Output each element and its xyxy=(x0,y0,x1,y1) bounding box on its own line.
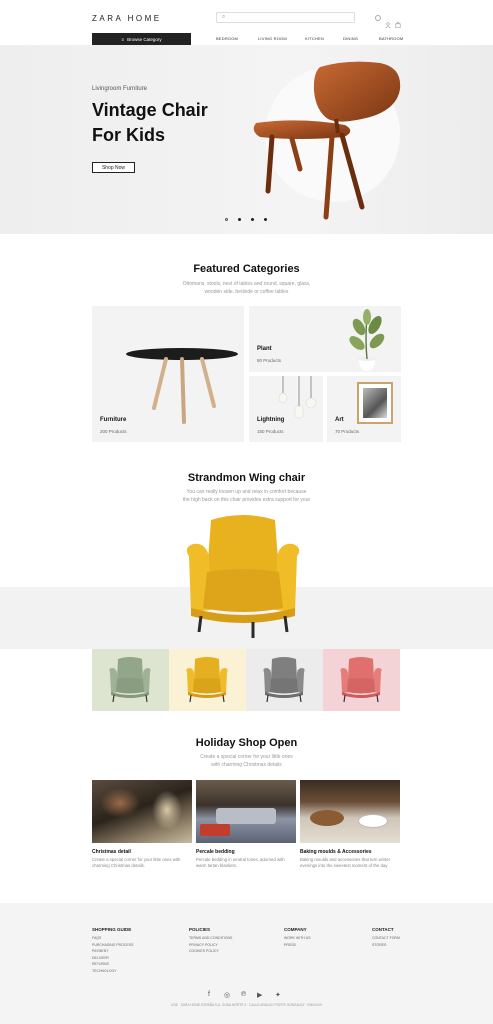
footer-links-company: WORK WITH US PRESS xyxy=(284,935,311,948)
nav-bathroom[interactable]: BATHROOM xyxy=(379,36,403,41)
footer-links-shopping: FAQS PURCHASING PROCESS PAYMENT DELIVERY… xyxy=(92,935,133,974)
footer-link[interactable]: PRESS xyxy=(284,942,311,949)
holiday-title: Holiday Shop Open xyxy=(195,737,298,749)
christmas-detail-image[interactable] xyxy=(92,780,192,843)
footer-link[interactable]: TECHNOLOGY xyxy=(92,968,133,975)
christmas-detail-title[interactable]: Christmas detail xyxy=(92,849,131,855)
menu-icon: ≡ xyxy=(121,36,125,42)
footer-col-title: SHOPPING GUIDE xyxy=(92,927,132,932)
category-name: Art xyxy=(335,417,344,423)
nav-kitchen[interactable]: KITCHEN xyxy=(305,36,324,41)
strandmon-desc: You can really loosen up and relax in co… xyxy=(182,489,311,503)
footer-col-title: COMPANY xyxy=(284,927,307,932)
browse-category-button[interactable]: ≡ Browse Category xyxy=(92,33,191,45)
featured-title: Featured Categories xyxy=(193,263,300,275)
percale-bedding-desc: Percale bedding in neutral tones, adorne… xyxy=(196,857,285,868)
plant-image xyxy=(349,309,385,371)
footer-links-policies: TERMS AND CONDITIONS PRIVACY POLICY COOK… xyxy=(189,935,232,955)
youtube-icon[interactable]: ▶ xyxy=(257,991,262,999)
shop-now-button[interactable]: Shop Now xyxy=(92,162,135,173)
percale-bedding-title[interactable]: Percale bedding xyxy=(196,849,235,855)
holiday-desc: Create a special corner for your little … xyxy=(200,754,293,768)
category-count: 200 Products xyxy=(100,429,127,434)
nav-living-room[interactable]: LIVING ROOM xyxy=(258,36,287,41)
search-input[interactable]: ⌕ xyxy=(216,12,355,23)
percale-bedding-image[interactable] xyxy=(196,780,296,843)
color-swatch-yellow[interactable] xyxy=(169,649,246,711)
instagram-icon[interactable]: ◎ xyxy=(224,991,230,999)
footer-link[interactable]: TERMS AND CONDITIONS xyxy=(189,935,232,942)
hero-title: Vintage Chair For Kids xyxy=(92,100,208,145)
slider-dot-3[interactable] xyxy=(251,218,254,221)
pinterest-icon[interactable]: ℗ xyxy=(241,991,246,998)
user-icon[interactable] xyxy=(385,15,391,29)
chair-thumbnail xyxy=(263,657,305,703)
footer-col-title: CONTACT xyxy=(372,927,394,932)
footer-col-title: POLICIES xyxy=(189,927,211,932)
color-swatch-green[interactable] xyxy=(92,649,169,711)
footer-link[interactable]: COOKIES POLICY xyxy=(189,948,232,955)
yellow-wing-chair-image xyxy=(186,515,300,638)
baking-moulds-desc: Baking moulds and accessories that turn … xyxy=(300,857,391,868)
globe-icon[interactable] xyxy=(375,15,381,21)
nav-dining[interactable]: DINING xyxy=(343,36,358,41)
hero-subtitle: Livingroom Furniture xyxy=(92,86,148,92)
category-card-plant[interactable]: Plant 80 Products xyxy=(249,306,401,372)
chair-thumbnail xyxy=(109,657,151,703)
hero-chair-image xyxy=(253,61,401,220)
category-name: Lightning xyxy=(257,417,285,423)
main-nav: ≡ Browse Category BEDROOM LIVING ROOM KI… xyxy=(92,33,403,45)
category-count: 150 Products xyxy=(257,429,284,434)
featured-desc: Ottomans, stools, nest of tables and rou… xyxy=(182,281,311,295)
slider-dot-2[interactable] xyxy=(238,218,241,221)
footer-link[interactable]: CONTACT FORM xyxy=(372,935,400,942)
browse-category-label: Browse Category xyxy=(127,36,162,42)
strandmon-title: Strandmon Wing chair xyxy=(187,472,306,484)
footer-links-contact: CONTACT FORM STORES xyxy=(372,935,400,948)
hero-banner: Livingroom Furniture Vintage Chair For K… xyxy=(0,45,493,234)
baking-moulds-image[interactable] xyxy=(300,780,400,843)
category-count: 70 Products xyxy=(335,429,360,434)
twitter-icon[interactable]: ✦ xyxy=(275,991,281,999)
search-icon: ⌕ xyxy=(222,14,226,20)
nav-bedroom[interactable]: BEDROOM xyxy=(216,36,238,41)
footer-link[interactable]: STORES xyxy=(372,942,400,949)
color-swatch-grey[interactable] xyxy=(246,649,323,711)
slider-dot-1[interactable] xyxy=(225,218,228,221)
footer: SHOPPING GUIDE FAQS PURCHASING PROCESS P… xyxy=(0,903,493,1024)
category-card-art[interactable]: Art 70 Products xyxy=(327,376,401,442)
table-image xyxy=(126,348,238,424)
category-card-lightning[interactable]: Lightning 150 Products xyxy=(249,376,323,442)
category-card-furniture[interactable]: Furniture 200 Products xyxy=(92,306,244,442)
slider-dot-4[interactable] xyxy=(264,218,267,221)
logo[interactable]: ZARA HOME xyxy=(92,14,162,23)
copyright: USE · ZARA HOME ESPAÑA S.A. ZONA NORTE 3… xyxy=(171,1003,322,1007)
chair-thumbnail xyxy=(340,657,382,703)
category-count: 80 Products xyxy=(257,358,282,363)
footer-link[interactable]: WORK WITH US xyxy=(284,935,311,942)
color-swatch-pink[interactable] xyxy=(323,649,400,711)
category-name: Plant xyxy=(257,346,272,352)
bag-icon[interactable] xyxy=(395,15,401,29)
baking-moulds-title[interactable]: Baking moulds & Accessories xyxy=(300,849,372,855)
facebook-icon[interactable]: f xyxy=(208,991,210,998)
art-frame-image xyxy=(357,382,393,424)
christmas-detail-desc: Create a special corner for your little … xyxy=(92,857,181,868)
category-name: Furniture xyxy=(100,417,127,423)
chair-thumbnail xyxy=(186,657,228,703)
